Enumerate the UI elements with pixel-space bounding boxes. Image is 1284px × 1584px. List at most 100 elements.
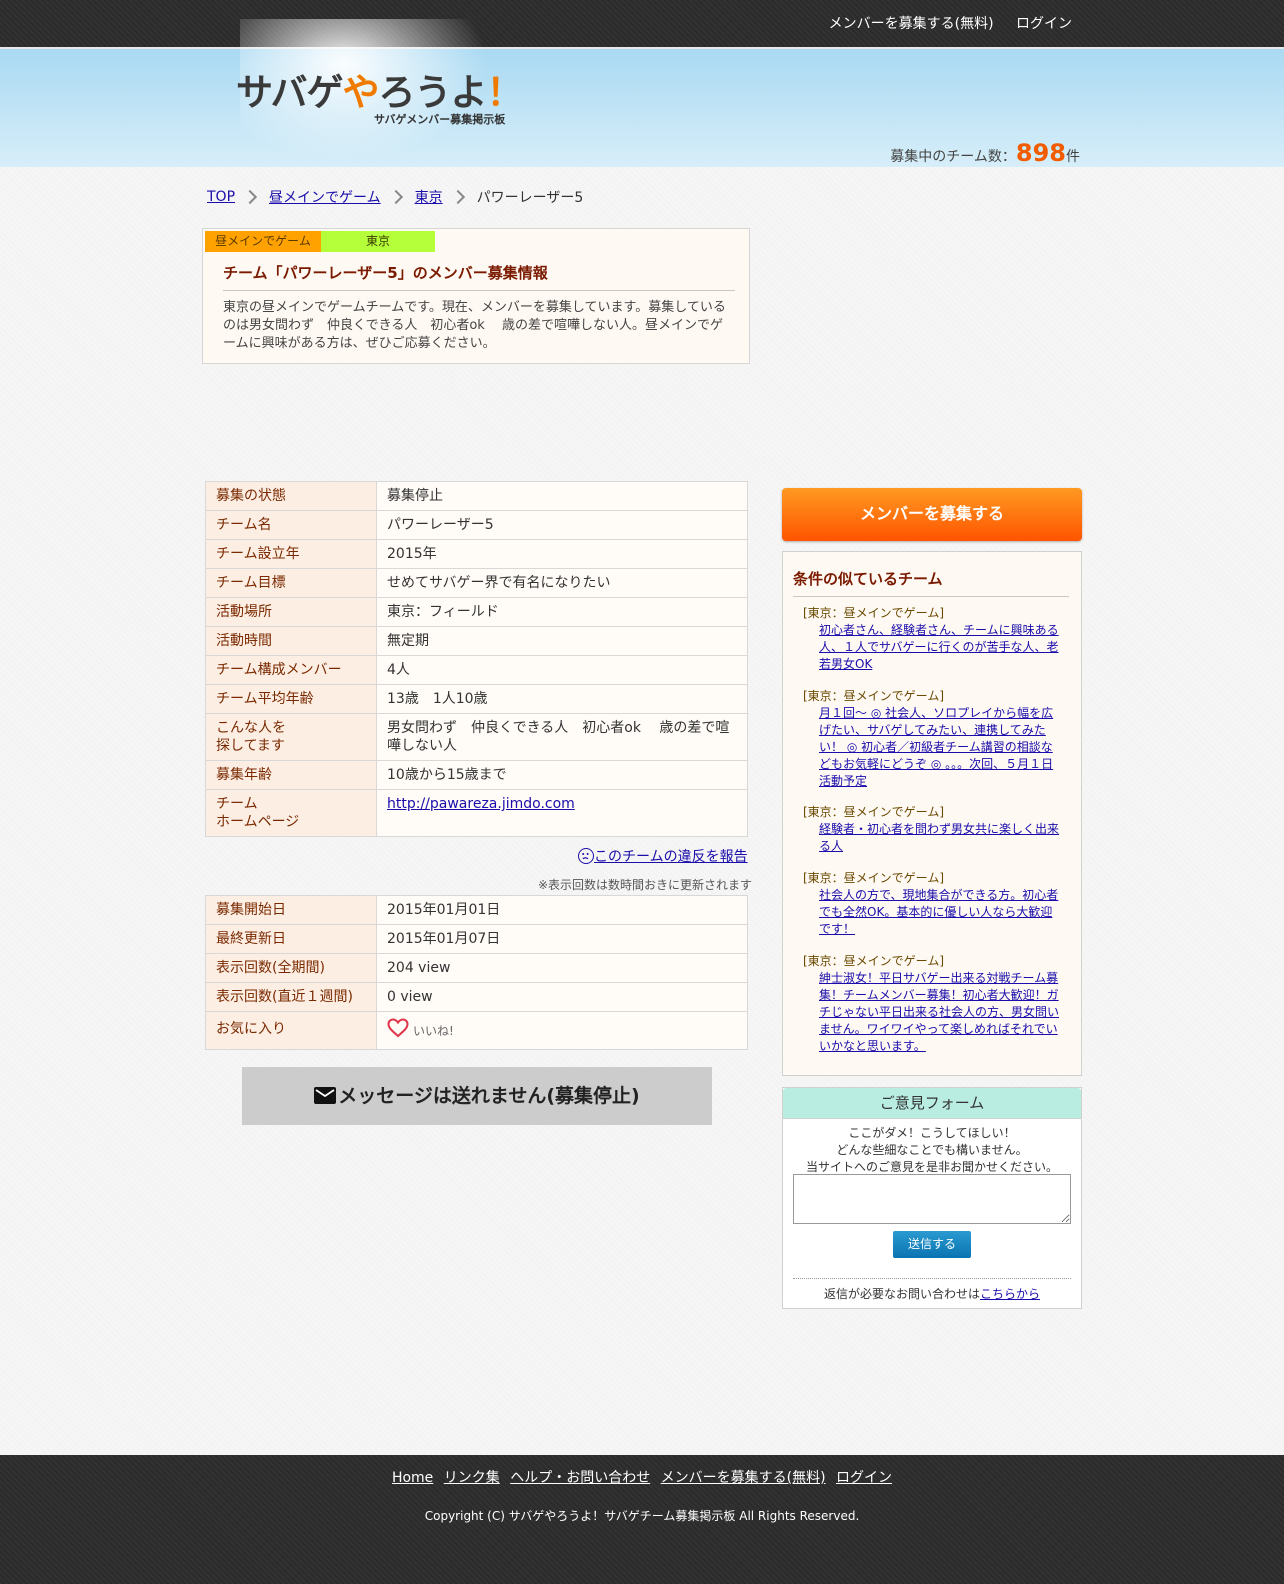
similar-team-link[interactable]: 経験者・初心者を問わず男女共に楽しく出来る人: [803, 821, 1063, 855]
logo-text-2: や: [342, 71, 380, 114]
chevron-right-icon: [242, 189, 258, 205]
logo-subtitle: サバゲメンバー募集掲示板: [374, 113, 506, 126]
feedback-line: 当サイトへのご意見を是非お聞かせください。: [805, 1160, 1058, 1174]
table-row: 表示回数(直近１週間) 0 view: [205, 982, 748, 1012]
detail-value: 4人: [376, 655, 748, 685]
feedback-line: ここがダメ！こうしてほしい！: [848, 1126, 1016, 1140]
team-count: 募集中のチーム数：898件: [890, 139, 1080, 167]
chevron-right-icon: [388, 189, 403, 205]
recruit-member-button[interactable]: メンバーを募集する: [782, 488, 1082, 541]
similar-category: [東京：昼メインでゲーム]: [803, 954, 945, 968]
report-violation-link[interactable]: このチームの違反を報告: [594, 849, 748, 865]
stats-note: ※表示回数は数時間おきに更新されます: [537, 878, 752, 892]
stat-value: 2015年01月01日: [376, 895, 748, 925]
page-title: チーム「パワーレーザー5」のメンバー募集情報: [223, 262, 735, 291]
similar-team-link[interactable]: 社会人の方で、現地集合ができる方。初心者でも全然OK。基本的に優しい人なら大歓迎…: [803, 887, 1063, 938]
table-row: チーム平均年齢 13歳 1人10歳: [205, 684, 748, 714]
table-row: 活動時間 無定期: [205, 626, 748, 656]
similar-category: [東京：昼メインでゲーム]: [803, 871, 945, 885]
list-item: [東京：昼メインでゲーム] 初心者さん、経験者さん、チームに興味ある人、１人でサ…: [803, 605, 1063, 673]
similar-team-link[interactable]: 紳士淑女！平日サバゲー出来る対戦チーム募集！チームメンバー募集！初心者大歓迎！ガ…: [803, 970, 1063, 1055]
table-row: チーム設立年 2015年: [205, 539, 748, 569]
feedback-form: ご意見フォーム ここがダメ！こうしてほしい！ どんな些細なことでも構いません。 …: [782, 1087, 1082, 1309]
top-recruit-link[interactable]: メンバーを募集する(無料): [829, 16, 994, 32]
detail-value: 男女問わず 仲良くできる人 初心者ok 歳の差で喧嘩しない人: [376, 713, 748, 761]
table-row: 表示回数(全期間) 204 view: [205, 953, 748, 983]
favorite-cell: いいね!: [376, 1011, 748, 1050]
similar-team-link[interactable]: 月１回～ ◎ 社会人、ソロプレイから幅を広げたい、サバゲしてみたい、連携してみた…: [803, 705, 1063, 790]
detail-label: こんな人を探してます: [205, 713, 377, 761]
detail-label-line: チーム: [216, 796, 258, 812]
list-item: [東京：昼メインでゲーム] 社会人の方で、現地集合ができる方。初心者でも全然OK…: [803, 870, 1063, 938]
team-count-value: 898: [1015, 139, 1066, 167]
detail-value: 東京：フィールド: [376, 597, 748, 627]
report-violation[interactable]: このチームの違反を報告: [578, 846, 748, 866]
stat-label: 表示回数(直近１週間): [205, 982, 377, 1012]
stat-value: 0 view: [376, 982, 748, 1012]
similar-category: [東京：昼メインでゲーム]: [803, 689, 945, 703]
similar-team-link[interactable]: 初心者さん、経験者さん、チームに興味ある人、１人でサバゲーに行くのが苦手な人、老…: [803, 622, 1063, 673]
footer-link-home[interactable]: Home: [392, 1470, 433, 1486]
list-item: [東京：昼メインでゲーム] 月１回～ ◎ 社会人、ソロプレイから幅を広げたい、サ…: [803, 688, 1063, 790]
breadcrumb-top[interactable]: TOP: [207, 189, 235, 205]
breadcrumb-category[interactable]: 昼メインでゲーム: [269, 190, 381, 206]
footer-link-links[interactable]: リンク集: [444, 1470, 500, 1486]
detail-label: チーム ホームページ: [205, 789, 377, 837]
table-row: チーム構成メンバー 4人: [205, 655, 748, 685]
detail-value: http://pawareza.jimdo.com: [376, 789, 748, 837]
feedback-send-button[interactable]: 送信する: [893, 1231, 971, 1258]
table-row: 活動場所 東京：フィールド: [205, 597, 748, 627]
detail-value: パワーレーザー5: [376, 510, 748, 540]
like-button[interactable]: [387, 1018, 409, 1043]
logo-text-4: ！: [486, 71, 524, 114]
breadcrumb-current: パワーレーザー5: [476, 190, 584, 206]
detail-value: せめてサバゲー界で有名になりたい: [376, 568, 748, 598]
footer-link-help[interactable]: ヘルプ・お問い合わせ: [510, 1470, 650, 1486]
table-row: お気に入り いいね!: [205, 1011, 748, 1050]
similar-category: [東京：昼メインでゲーム]: [803, 606, 945, 620]
table-row: 募集の状態 募集停止: [205, 481, 748, 511]
detail-value: 2015年: [376, 539, 748, 569]
feedback-textarea[interactable]: [793, 1174, 1071, 1224]
footer-link-recruit[interactable]: メンバーを募集する(無料): [661, 1470, 826, 1486]
team-detail-table: 募集の状態 募集停止 チーム名 パワーレーザー5 チーム設立年 2015年 チーム目標…: [205, 481, 748, 837]
detail-label: 活動時間: [205, 626, 377, 656]
logo-text-3: ろうよ: [378, 71, 488, 114]
logo-text-1: サバゲ: [236, 71, 344, 114]
footer-link-login[interactable]: ログイン: [836, 1470, 892, 1486]
breadcrumb: TOP 昼メインでゲーム 東京 パワーレーザー5: [207, 187, 583, 207]
site-header: サバゲやろうよ！ サバゲメンバー募集掲示板 募集中のチーム数：898件: [0, 19, 1284, 169]
feedback-intro: ここがダメ！こうしてほしい！ どんな些細なことでも構いません。 当サイトへのご意…: [783, 1125, 1081, 1176]
detail-label: 募集の状態: [205, 481, 377, 511]
breadcrumb-area[interactable]: 東京: [415, 190, 443, 206]
detail-label: 活動場所: [205, 597, 377, 627]
table-row: こんな人を 探してます 男女問わず 仲良くできる人 初心者ok 歳の差で喧嘩しない人: [205, 713, 748, 761]
stat-label: 最終更新日: [205, 924, 377, 954]
team-description: 東京の昼メインでゲームチームです。現在、メンバーを募集しています。募集しているの…: [223, 300, 726, 351]
feedback-contact-link[interactable]: こちらから: [980, 1287, 1040, 1301]
detail-value: 10歳から15歳まで: [376, 760, 748, 790]
top-bar: メンバーを募集する(無料) ログイン: [0, 0, 1284, 49]
table-row: チーム ホームページ http://pawareza.jimdo.com: [205, 789, 748, 837]
detail-label: チーム平均年齢: [205, 684, 377, 714]
team-count-label: 募集中のチーム数：: [890, 149, 1016, 165]
table-row: チーム目標 せめてサバゲー界で有名になりたい: [205, 568, 748, 598]
category-tag: 昼メインでゲーム: [205, 231, 321, 252]
similar-teams: 条件の似ているチーム [東京：昼メインでゲーム] 初心者さん、経験者さん、チーム…: [782, 551, 1082, 1076]
feedback-contact-text: 返信が必要なお問い合わせは: [823, 1287, 980, 1301]
similar-category: [東京：昼メインでゲーム]: [803, 805, 945, 819]
detail-label-line: こんな人を: [216, 720, 286, 736]
detail-value: 13歳 1人10歳: [376, 684, 748, 714]
top-login-link[interactable]: ログイン: [1016, 16, 1072, 32]
detail-label-line: 探してます: [216, 738, 285, 754]
feedback-line: どんな些細なことでも構いません。: [836, 1143, 1028, 1157]
team-homepage-link[interactable]: http://pawareza.jimdo.com: [387, 796, 575, 812]
message-button[interactable]: メッセージは送れません(募集停止): [242, 1067, 712, 1125]
list-item: [東京：昼メインでゲーム] 紳士淑女！平日サバゲー出来る対戦チーム募集！チームメ…: [803, 953, 1063, 1055]
site-logo[interactable]: サバゲやろうよ！ サバゲメンバー募集掲示板: [236, 71, 524, 127]
similar-teams-title: 条件の似ているチーム: [793, 568, 1069, 597]
stat-label: お気に入り: [205, 1011, 377, 1050]
table-row: 最終更新日 2015年01月07日: [205, 924, 748, 954]
detail-label: チーム設立年: [205, 539, 377, 569]
list-item: [東京：昼メインでゲーム] 経験者・初心者を問わず男女共に楽しく出来る人: [803, 804, 1063, 855]
